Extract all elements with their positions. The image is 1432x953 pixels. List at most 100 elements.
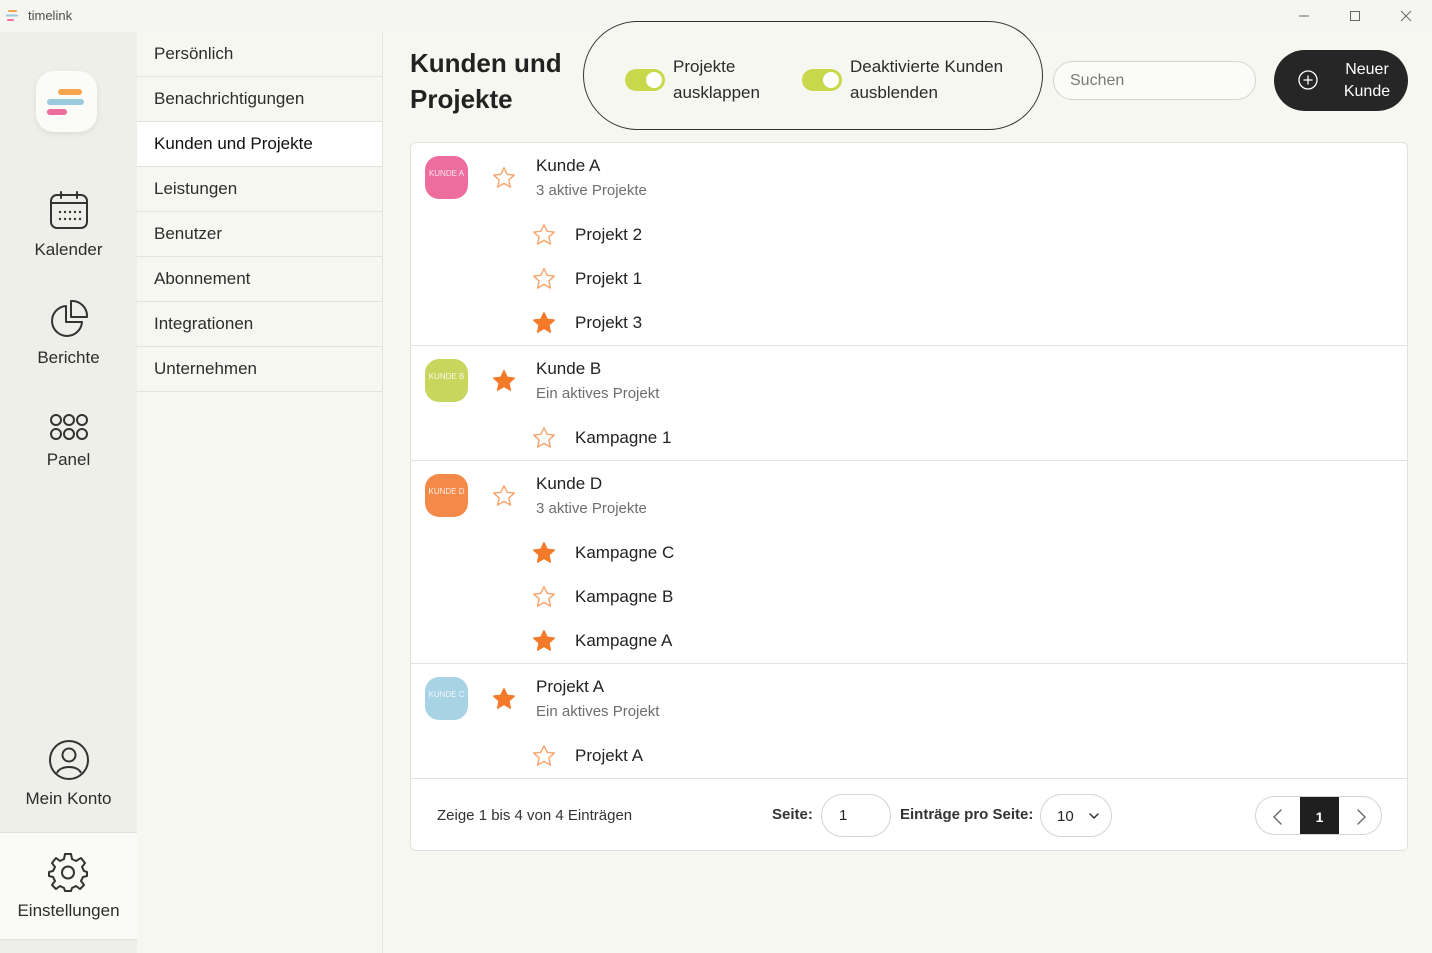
settings-item-integrationen[interactable]: Integrationen <box>137 302 382 347</box>
project-row[interactable]: Projekt 1 <box>531 266 931 292</box>
project-row[interactable]: Kampagne 1 <box>531 425 931 451</box>
page-title: Kunden und Projekte <box>410 48 562 114</box>
settings-item-persoenlich[interactable]: Persönlich <box>137 32 382 77</box>
settings-item-abonnement[interactable]: Abonnement <box>137 257 382 302</box>
expand-projects-label: Projekte ausklappen <box>673 57 760 102</box>
maximize-button[interactable] <box>1332 0 1378 32</box>
settings-item-leistungen[interactable]: Leistungen <box>137 167 382 212</box>
project-row[interactable]: Projekt 2 <box>531 222 931 248</box>
rail-label-panel: Panel <box>46 450 91 469</box>
project-name: Projekt 2 <box>575 225 643 244</box>
star-filled-icon <box>493 370 515 391</box>
new-customer-label: Neuer Kunde <box>1343 61 1391 100</box>
favorite-star-icon[interactable] <box>491 483 517 514</box>
project-row[interactable]: Kampagne C <box>531 540 931 566</box>
star-filled-icon <box>493 688 515 709</box>
app-logo-icon <box>6 10 18 21</box>
settings-item-benachrichtigungen[interactable]: Benachrichtigungen <box>137 77 382 122</box>
rail-item-kalender[interactable]: Kalender <box>0 190 137 260</box>
per-page-label: Einträge pro Seite: <box>900 806 1034 823</box>
settings-item-kunden-und-projekte[interactable]: Kunden und Projekte <box>137 122 382 167</box>
favorite-star-icon[interactable] <box>491 165 517 196</box>
customer-avatar: KUNDE D <box>425 474 468 517</box>
rail-label-einstellungen: Einstellungen <box>17 901 120 920</box>
customer-name[interactable]: Kunde B <box>536 359 601 379</box>
customer-subtitle: Ein aktives Projekt <box>536 703 660 720</box>
project-row[interactable]: Projekt A <box>531 743 931 769</box>
rail-item-einstellungen[interactable]: Einstellungen <box>0 832 137 940</box>
settings-item-benutzer[interactable]: Benutzer <box>137 212 382 257</box>
star-outline-icon[interactable] <box>531 222 557 248</box>
customer-subtitle: 3 aktive Projekte <box>536 182 647 199</box>
customer-subtitle: 3 aktive Projekte <box>536 500 647 517</box>
pagination-footer: Zeige 1 bis 4 von 4 Einträgen Seite: Ein… <box>411 780 1407 850</box>
pager: 1 <box>1255 796 1382 835</box>
minimize-button[interactable] <box>1281 0 1327 32</box>
account-icon <box>48 740 89 780</box>
minimize-icon <box>1299 15 1309 17</box>
main-rail: Kalender Berichte Panel Mein Konto Einst… <box>0 32 137 953</box>
page-input[interactable] <box>821 794 891 837</box>
project-name: Projekt 1 <box>575 269 643 288</box>
rail-item-panel[interactable]: Panel <box>0 412 137 470</box>
chevron-down-icon <box>1089 813 1099 819</box>
project-name: Projekt A <box>575 746 644 765</box>
favorite-star-icon[interactable] <box>491 368 517 399</box>
expand-projects-toggle[interactable] <box>625 69 665 91</box>
toggle-panel: Projekte ausklappen Deaktivierte Kunden … <box>583 21 1043 130</box>
settings-sidebar: Persönlich Benachrichtigungen Kunden und… <box>137 32 383 953</box>
prev-page-button[interactable] <box>1256 797 1300 834</box>
search-input[interactable] <box>1053 61 1256 100</box>
star-outline-icon <box>493 167 515 188</box>
customer-name[interactable]: Kunde A <box>536 156 600 176</box>
customer-group: KUNDE C Projekt A Ein aktives Projekt Pr… <box>411 664 1407 779</box>
star-outline-icon[interactable] <box>531 743 557 769</box>
customer-avatar: KUNDE A <box>425 156 468 199</box>
new-customer-button[interactable]: Neuer Kunde <box>1274 50 1408 111</box>
close-icon <box>1400 10 1412 22</box>
star-filled-icon[interactable] <box>531 628 557 654</box>
customer-name[interactable]: Kunde D <box>536 474 602 494</box>
rail-label-berichte: Berichte <box>37 348 100 367</box>
customer-group: KUNDE D Kunde D 3 aktive Projekte Kampag… <box>411 461 1407 664</box>
next-page-button[interactable] <box>1339 797 1381 834</box>
settings-item-unternehmen[interactable]: Unternehmen <box>137 347 382 392</box>
app-name: timelink <box>28 8 73 23</box>
rail-item-berichte[interactable]: Berichte <box>0 298 137 368</box>
close-button[interactable] <box>1383 0 1429 32</box>
rail-label-kalender: Kalender <box>34 240 103 259</box>
customer-group: KUNDE B Kunde B Ein aktives Projekt Kamp… <box>411 346 1407 461</box>
hide-inactive-customers-label: Deaktivierte Kunden ausblenden <box>850 57 1004 102</box>
pie-chart-icon <box>50 299 88 337</box>
per-page-select[interactable]: 10 <box>1040 794 1112 837</box>
hide-inactive-customers-toggle[interactable] <box>802 69 842 91</box>
calendar-icon <box>49 191 88 229</box>
star-outline-icon[interactable] <box>531 425 557 451</box>
gear-icon <box>48 853 88 892</box>
customer-avatar: KUNDE C <box>425 677 468 720</box>
customer-list-card: KUNDE A Kunde A 3 aktive Projekte Projek… <box>410 142 1408 851</box>
favorite-star-icon[interactable] <box>491 686 517 717</box>
entries-info: Zeige 1 bis 4 von 4 Einträgen <box>437 807 633 824</box>
star-filled-icon[interactable] <box>531 540 557 566</box>
project-name: Projekt 3 <box>575 313 643 332</box>
project-name: Kampagne 1 <box>575 428 672 447</box>
project-name: Kampagne C <box>575 543 675 562</box>
toggle-knob <box>823 72 839 88</box>
project-name: Kampagne A <box>575 631 673 650</box>
star-outline-icon[interactable] <box>531 266 557 292</box>
project-row[interactable]: Projekt 3 <box>531 310 931 336</box>
rail-item-mein-konto[interactable]: Mein Konto <box>0 739 137 809</box>
star-filled-icon[interactable] <box>531 310 557 336</box>
customer-avatar: KUNDE B <box>425 359 468 402</box>
star-outline-icon[interactable] <box>531 584 557 610</box>
star-outline-icon <box>493 485 515 506</box>
project-row[interactable]: Kampagne B <box>531 584 931 610</box>
rail-label-mein-konto: Mein Konto <box>25 789 112 808</box>
project-row[interactable]: Kampagne A <box>531 628 931 654</box>
per-page-value: 10 <box>1057 808 1074 825</box>
customer-name[interactable]: Projekt A <box>536 677 604 697</box>
current-page-button[interactable]: 1 <box>1300 797 1339 834</box>
maximize-icon <box>1350 11 1360 21</box>
app-logo[interactable] <box>36 71 97 132</box>
